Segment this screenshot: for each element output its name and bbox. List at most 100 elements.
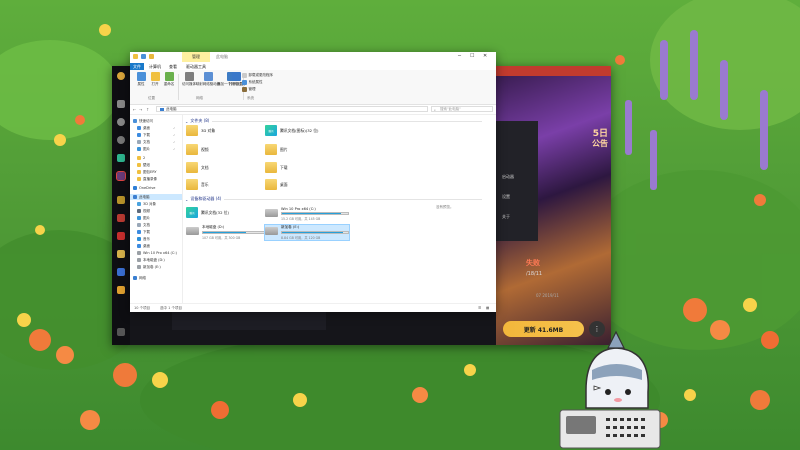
manage-button[interactable]: 管理 [242, 87, 256, 92]
game-h-icon[interactable] [117, 286, 125, 294]
search-input[interactable]: ⌕ 搜索"此电脑" [431, 106, 493, 112]
sidebar-item[interactable]: 下载 [137, 229, 150, 235]
sidebar-item-label: 桌面 [143, 243, 150, 248]
launcher-logo-icon[interactable] [117, 72, 125, 80]
globe-icon[interactable] [117, 136, 125, 144]
drive-item[interactable]: 新加卷 (E:) 8.84 GB 可用，共 120 GB [264, 224, 350, 241]
context-tab-manage[interactable]: 管理 [182, 52, 210, 62]
folder-item[interactable]: 腾讯 腾讯文档(图标)(32 位) [265, 125, 319, 136]
game-b-icon[interactable] [116, 171, 126, 181]
preview-info-text: 没有预览。 [436, 205, 454, 209]
sidebar-item-label: 桌面 [143, 125, 150, 130]
sidebar-item-label: 图片 [143, 146, 150, 151]
sidebar-item[interactable]: 图片 [137, 215, 150, 221]
game-d-icon[interactable] [117, 214, 125, 222]
tab-computer[interactable]: 计算机 [146, 63, 164, 70]
up-arrow-icon[interactable]: ↑ [146, 107, 149, 112]
back-arrow-icon[interactable]: ← [133, 107, 136, 112]
home-icon[interactable] [117, 100, 125, 108]
drive-item[interactable]: Win 10 Pro x64 (C:) 15.2 GB 可用，共 145 GB [265, 207, 349, 221]
folder-item[interactable]: 3D 对象 [186, 125, 215, 136]
folder-item-label: 图片 [280, 146, 288, 152]
close-icon[interactable]: ✕ [483, 53, 487, 59]
drive-free-space: 8.84 GB 可用，共 120 GB [281, 236, 321, 240]
folder-item[interactable]: 下载 [265, 162, 288, 173]
panel-item[interactable]: 关于 [502, 214, 510, 220]
pin-icon[interactable]: ✓ [173, 140, 176, 144]
game-g-icon[interactable] [117, 268, 125, 276]
sidebar-item[interactable]: 音乐 [137, 236, 150, 242]
open-button-label: 打开 [151, 82, 159, 86]
hard-drive-icon [265, 209, 278, 217]
forward-arrow-icon[interactable]: → [139, 107, 142, 112]
sidebar-item[interactable]: 桌面 [137, 243, 150, 249]
folder-item[interactable]: 文档 [186, 162, 209, 173]
sidebar-item[interactable]: 新加卷 (E:) [137, 264, 161, 270]
sidebar-item[interactable]: 桌面 [137, 125, 150, 131]
sidebar-item[interactable]: Win 10 Pro x64 (C:) [137, 250, 177, 256]
properties-quick-icon[interactable] [141, 54, 146, 59]
folder-item-label: 音乐 [201, 181, 209, 187]
drive-usage-fill [203, 232, 246, 233]
folder-icon [137, 258, 141, 262]
ribbon-group-system: 系统 [247, 96, 254, 100]
tab-drive-tools[interactable]: 驱动器工具 [184, 63, 208, 70]
sidebar-item[interactable]: OneDrive [133, 185, 155, 191]
game-a-icon[interactable] [117, 154, 125, 162]
folder-item[interactable]: 音乐 [186, 179, 209, 190]
sidebar-item[interactable]: 下载 [137, 132, 150, 138]
folder-icon [137, 237, 141, 241]
address-input[interactable]: 此电脑 [156, 106, 428, 112]
rename-button[interactable]: 重命名 [160, 72, 178, 92]
sidebar-item[interactable]: 网络 [133, 275, 146, 281]
sidebar-item[interactable]: 直播录像 [137, 176, 157, 182]
panel-item[interactable]: 设置 [502, 194, 510, 200]
section-divider [224, 198, 483, 200]
ribbon-tabs: 文件 计算机 查看 驱动器工具 [130, 62, 496, 70]
clock-icon[interactable] [117, 118, 125, 126]
pin-icon[interactable]: ✓ [173, 126, 176, 130]
maximize-icon[interactable]: ☐ [470, 53, 474, 59]
tab-view[interactable]: 查看 [166, 63, 180, 70]
panel-item[interactable]: 启动器 [502, 174, 514, 180]
game-e-icon[interactable] [117, 232, 125, 240]
sidebar-item[interactable]: 本地磁盘 (D:) [137, 257, 165, 263]
new-folder-quick-icon[interactable] [149, 54, 154, 59]
pin-icon[interactable]: ✓ [173, 147, 176, 151]
uninstall-program-button[interactable]: 卸载或更改程序 [242, 73, 273, 78]
devices-section-header[interactable]: ⌄ 设备和驱动器 (4) [185, 196, 483, 202]
game-c-icon[interactable] [117, 196, 125, 204]
sidebar-item[interactable]: 图包ERY [137, 169, 157, 175]
folders-section-header[interactable]: ⌄ 文件夹 (8) [185, 118, 483, 124]
section-divider [212, 120, 483, 122]
sidebar-item[interactable]: 2 [137, 155, 145, 161]
details-view-icon[interactable]: ☰ [478, 306, 481, 310]
launcher-bottom-strip [172, 312, 326, 330]
folder-item[interactable]: 桌面 [265, 179, 288, 190]
sidebar-item[interactable]: 壁纸 [137, 162, 150, 168]
folder-item[interactable]: 图片 [265, 144, 288, 155]
tab-file[interactable]: 文件 [130, 63, 144, 70]
sidebar-item-label: 壁纸 [143, 162, 150, 167]
minimize-icon[interactable]: ─ [458, 53, 461, 59]
sidebar-item[interactable]: 快速访问 [133, 118, 153, 124]
sidebar-item[interactable]: 此电脑 [130, 194, 182, 200]
sidebar-item[interactable]: 图片 [137, 146, 150, 152]
file-explorer-window: 管理 此电脑 ─ ☐ ✕ 文件 计算机 查看 驱动器工具 属性 打开 重命名 访… [130, 52, 496, 312]
app-item[interactable]: 腾讯 腾讯文档(32 位) [186, 207, 229, 218]
folder-icon [137, 251, 141, 255]
game-f-icon[interactable] [117, 250, 125, 258]
settings-icon[interactable] [117, 328, 125, 336]
tiles-view-icon[interactable]: ▦ [486, 306, 489, 310]
system-properties-button[interactable]: 系统属性 [242, 80, 263, 85]
sidebar-item[interactable]: 文档 [137, 222, 150, 228]
folder-item[interactable]: 视频 [186, 144, 209, 155]
drive-item[interactable]: 本地磁盘 (D:) 107 GB 可用，共 300 GB [186, 225, 270, 240]
sidebar-item[interactable]: 文档 [137, 139, 150, 145]
sidebar-item[interactable]: 视频 [137, 208, 150, 214]
sidebar-item[interactable]: 3D 对象 [137, 201, 156, 207]
sidebar-item-label: 图包ERY [143, 169, 157, 174]
pin-icon[interactable]: ✓ [173, 133, 176, 137]
system-properties-label: 系统属性 [248, 80, 263, 84]
map-network-drive-button[interactable]: 映射网络驱动器 [196, 72, 220, 92]
